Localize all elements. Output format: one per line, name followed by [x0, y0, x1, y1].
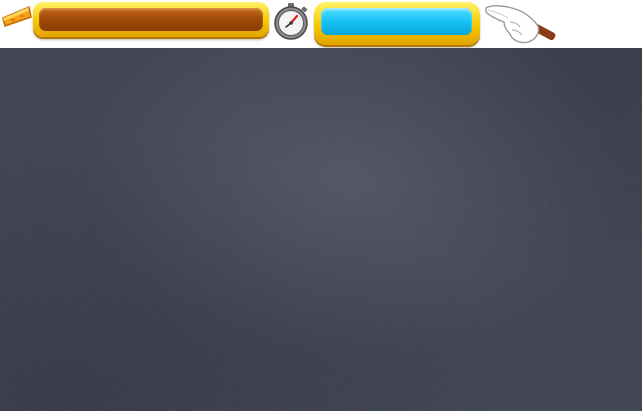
pointing-hand-icon[interactable]	[482, 0, 558, 48]
cheese-meter-fill	[39, 8, 263, 31]
stopwatch-icon	[271, 2, 311, 40]
board-texture	[0, 48, 642, 411]
cheese-icon	[1, 2, 33, 30]
cheese-meter	[33, 2, 269, 37]
hud-bar	[0, 0, 642, 48]
timer-bar-fill	[321, 8, 472, 35]
timer-bar-track	[321, 8, 472, 35]
game-board[interactable]	[0, 48, 642, 411]
timer-bar	[314, 2, 480, 45]
cheese-meter-track	[39, 8, 263, 31]
